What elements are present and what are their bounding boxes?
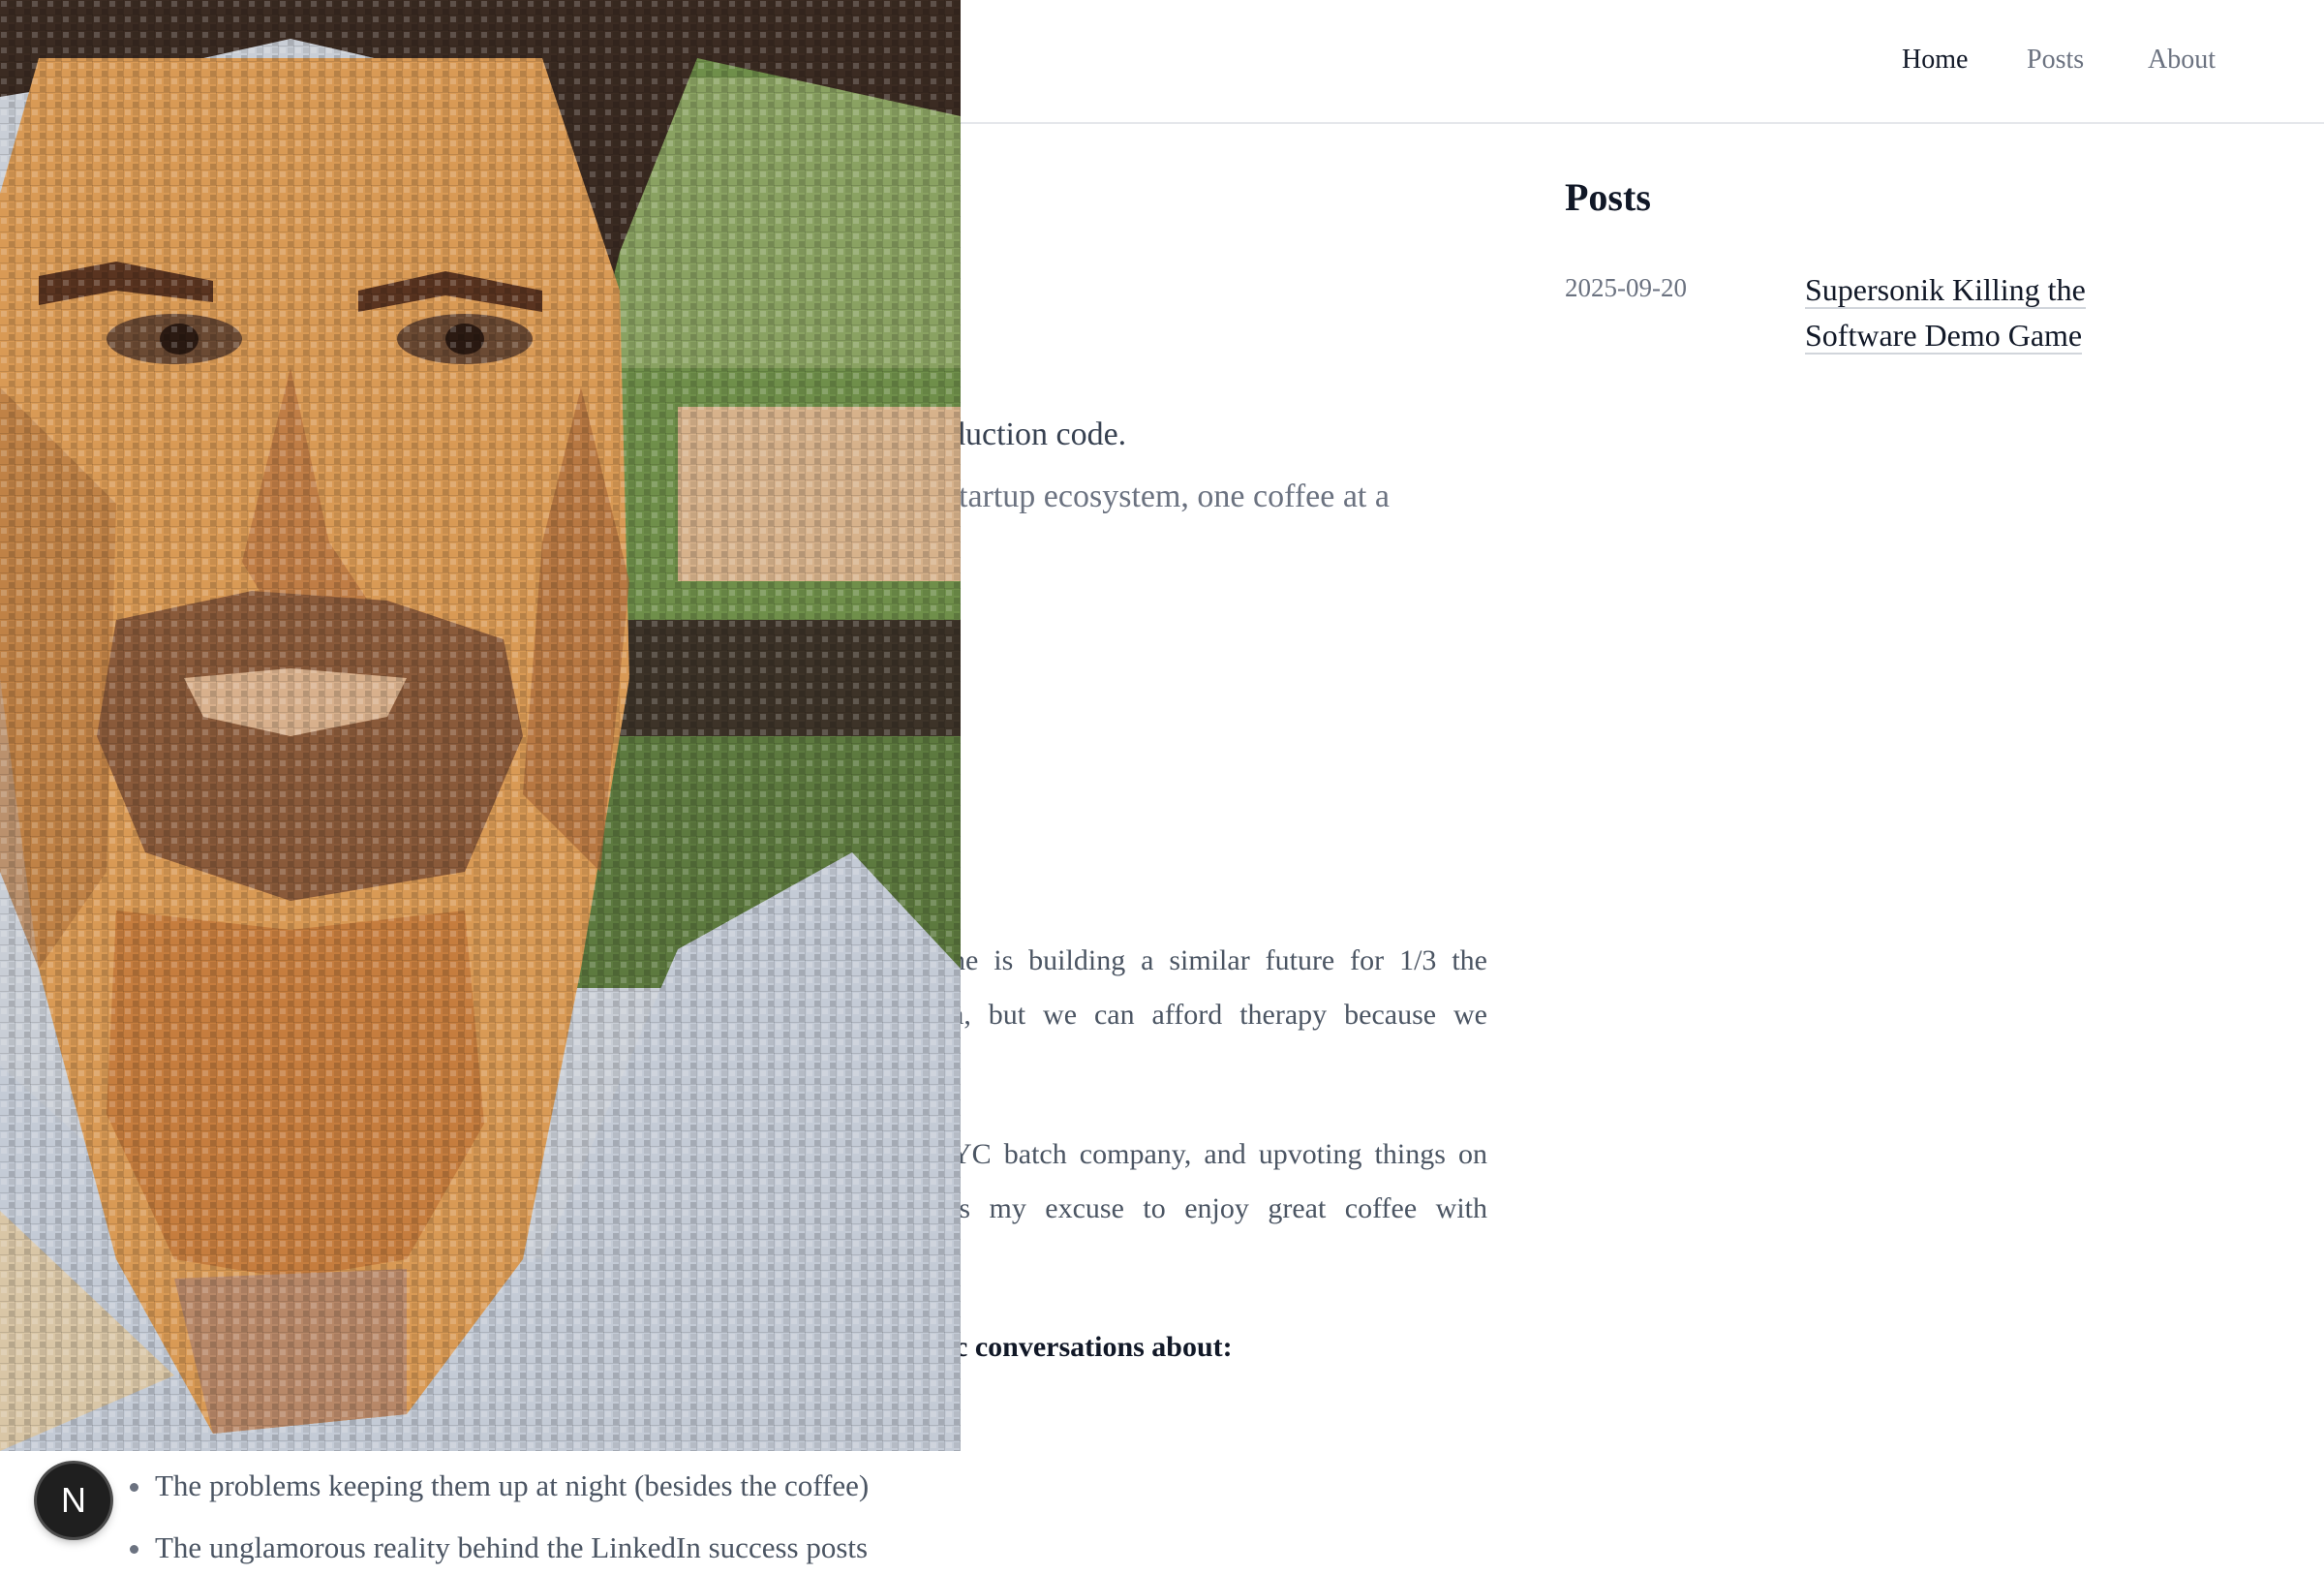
paragraph-2-line-2: is my excuse to enjoy great coffee with	[951, 1192, 1487, 1224]
list-item: The unglamorous reality behind the Linke…	[128, 1530, 869, 1575]
post-title[interactable]: Supersonik Killing the Software Demo Gam…	[1805, 272, 2086, 355]
conversation-topics-list: The problems keeping them up at night (b…	[128, 1468, 869, 1575]
conversation-heading: c conversations about:	[955, 1331, 1233, 1363]
intro-line: duction code.	[949, 417, 1127, 452]
list-item: The problems keeping them up at night (b…	[128, 1468, 869, 1530]
post-link-supersonik[interactable]: Supersonik Killing the Software Demo Gam…	[1805, 267, 2154, 358]
sidebar-posts-title: Posts	[1565, 175, 1651, 219]
page: Home Posts About duction code. tartup ec…	[0, 0, 2324, 1575]
paragraph-1-line-2: a, but we can afford therapy because we	[951, 999, 1487, 1031]
portrait-mosaic-image	[0, 0, 961, 1451]
paragraph-1-line-1: ne is building a similar future for 1/3 …	[951, 944, 1487, 976]
nav-home[interactable]: Home	[1902, 45, 1968, 76]
nextjs-dev-badge[interactable]: N	[37, 1464, 110, 1537]
nav-posts[interactable]: Posts	[2027, 45, 2084, 76]
post-date: 2025-09-20	[1565, 273, 1687, 302]
paragraph-2-line-1: YC batch company, and upvoting things on	[951, 1138, 1487, 1170]
intro-subline: tartup ecosystem, one coffee at a	[959, 479, 1390, 514]
nav-about[interactable]: About	[2148, 45, 2216, 76]
